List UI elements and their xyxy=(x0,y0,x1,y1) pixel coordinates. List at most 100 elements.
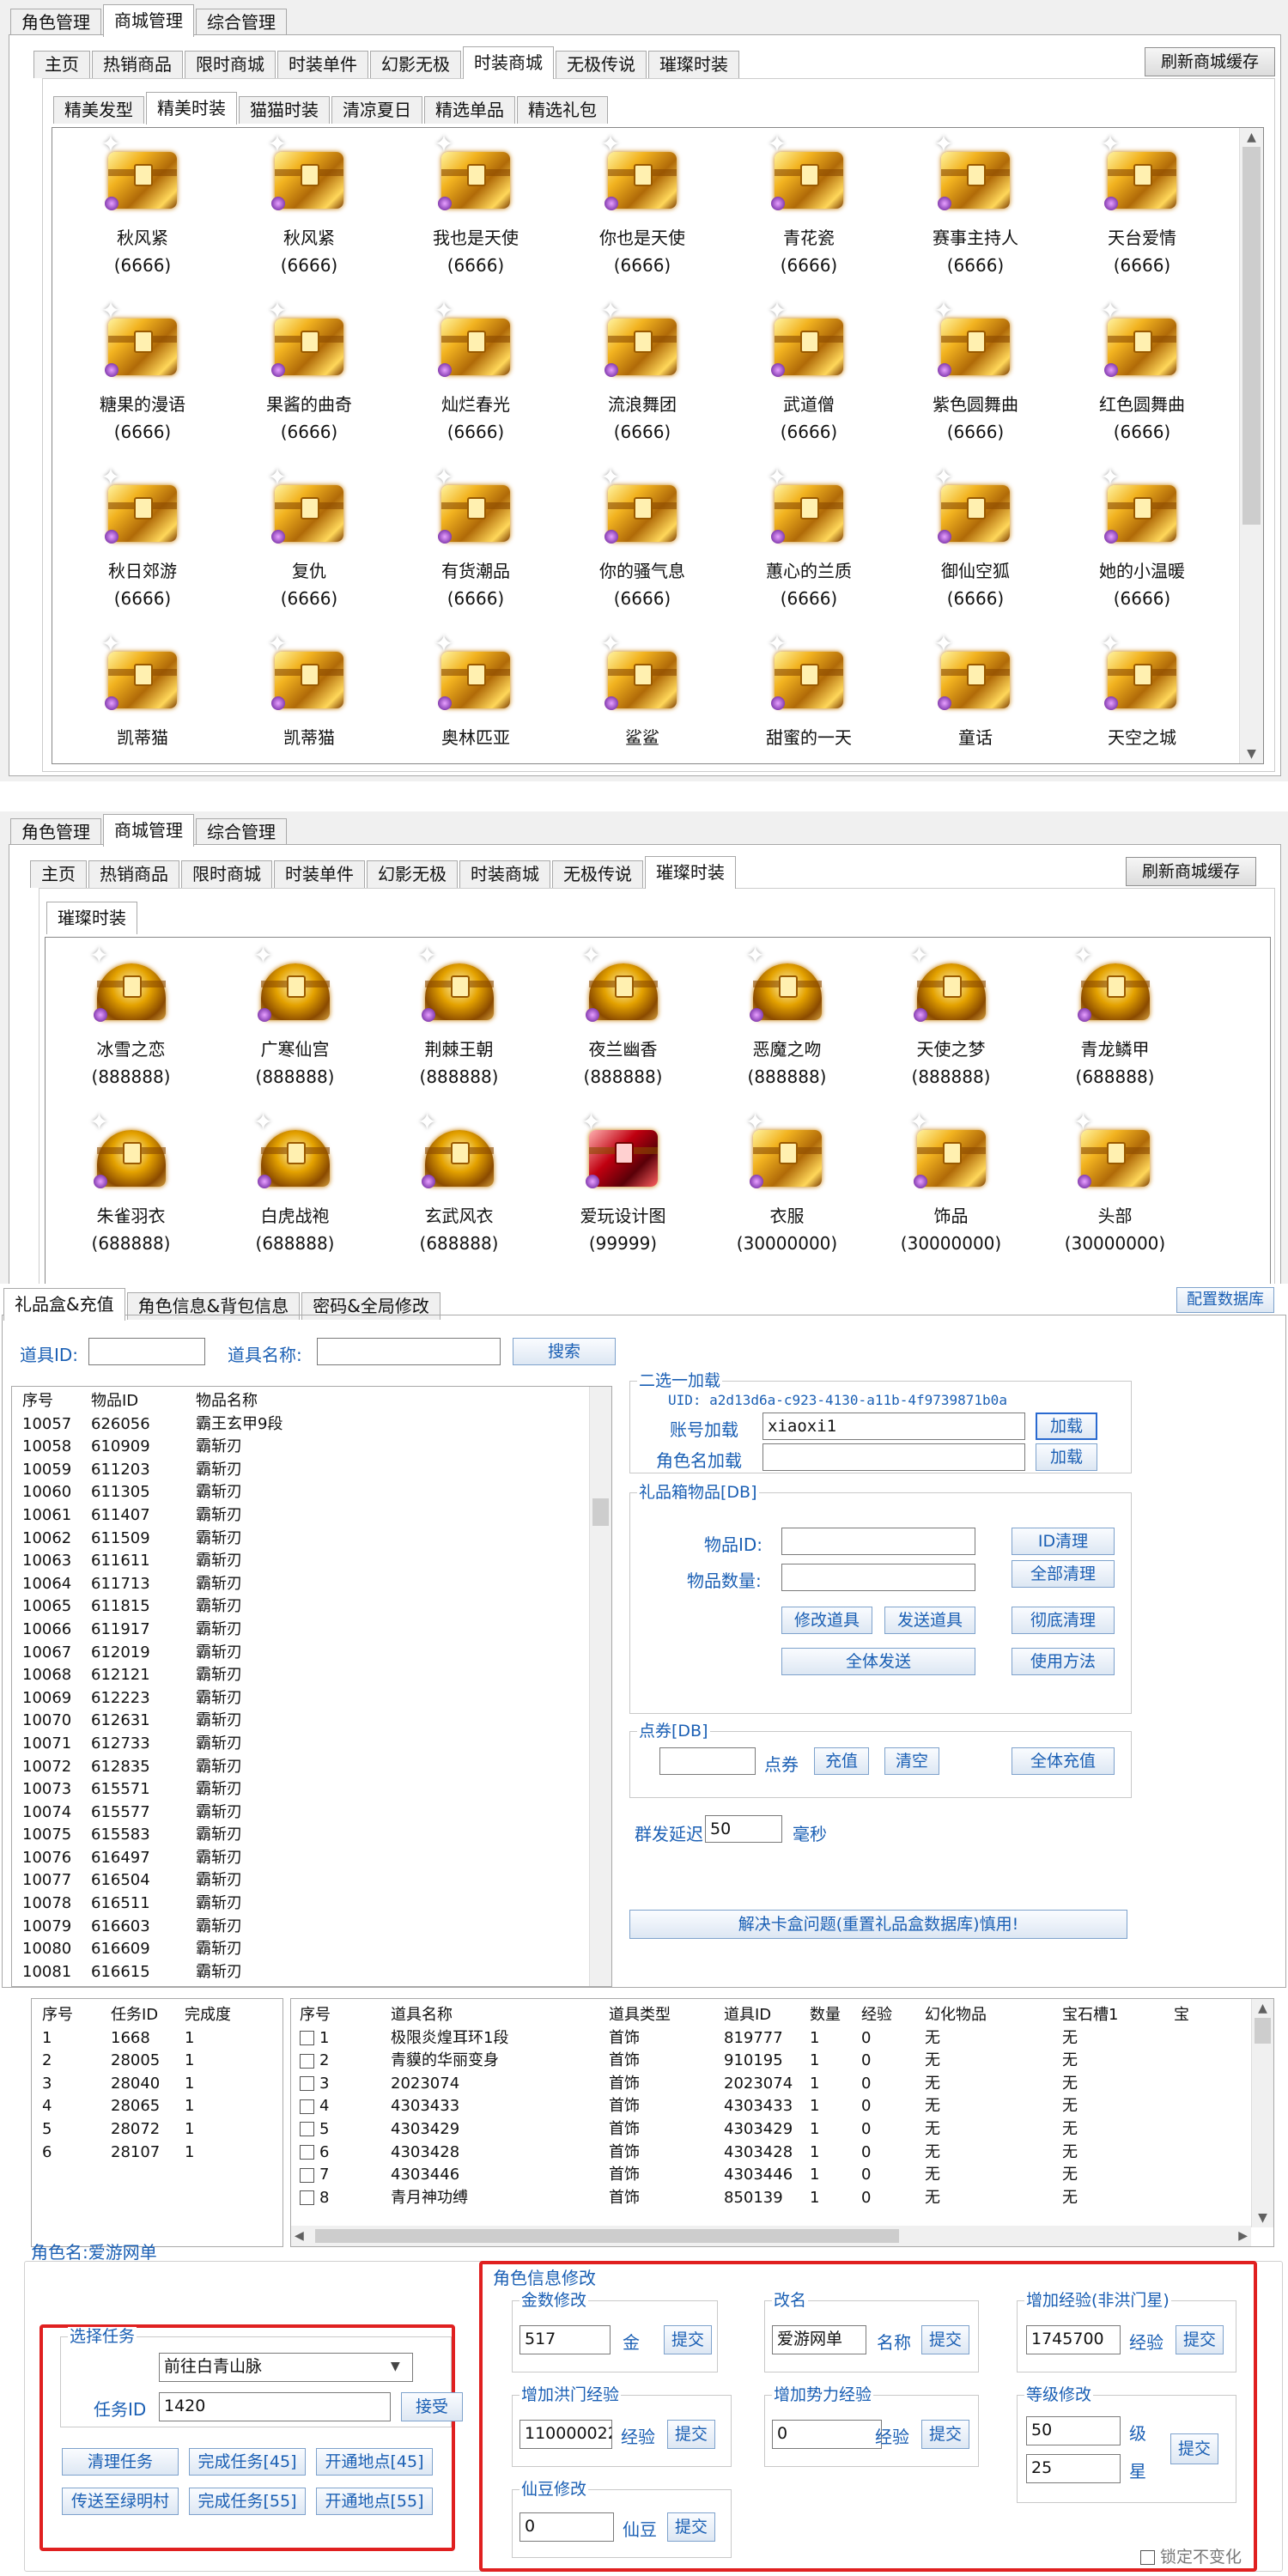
table-row[interactable]: 7 4303446 首饰 4303446 1 0 无 无 xyxy=(300,2164,1191,2187)
account-input[interactable]: xiaoxi1 xyxy=(762,1413,1025,1440)
row-checkbox[interactable] xyxy=(300,2167,314,2183)
shop-item[interactable]: ✦ 她的小温暖 (6666) xyxy=(1059,465,1225,631)
table-row[interactable]: 10067 612019 霸斩刃 xyxy=(22,1642,453,1665)
table-row[interactable]: 8 青月神功缚 首饰 850139 1 0 无 无 xyxy=(300,2187,1191,2210)
shop-item[interactable]: ✦ 御仙空狐 (6666) xyxy=(892,465,1059,631)
fashion-tab-4[interactable]: 精选单品 xyxy=(424,96,515,124)
column-header[interactable]: 序号 xyxy=(300,2004,391,2027)
shop-item[interactable]: ✦ 童话 xyxy=(892,631,1059,798)
complete-quest-55-button[interactable]: 完成任务[55] xyxy=(189,2488,306,2515)
shop-item[interactable]: ✦ 夜兰幽香 (888888) xyxy=(541,943,705,1109)
item-name-input[interactable] xyxy=(317,1338,501,1365)
scroll-thumb[interactable] xyxy=(1255,2018,1271,2044)
bag-list-hscroll[interactable]: ◀ ▶ xyxy=(291,2226,1251,2246)
lock-checkbox[interactable]: 锁定不变化 xyxy=(1140,2544,1242,2567)
open-location-55-button[interactable]: 开通地点[55] xyxy=(316,2488,433,2515)
main-tab-0[interactable]: 角色管理 xyxy=(10,9,101,36)
shop-item[interactable]: ✦ 青花瓷 (6666) xyxy=(726,131,892,298)
row-checkbox[interactable] xyxy=(300,2099,314,2114)
fashion-tab-3[interactable]: 清凉夏日 xyxy=(331,96,422,124)
rename-submit-button[interactable]: 提交 xyxy=(921,2325,969,2354)
hongmen-exp-input[interactable]: 110000022 xyxy=(519,2420,612,2449)
fashion-tab-2[interactable]: 猫猫时装 xyxy=(239,96,330,124)
scroll-thumb[interactable] xyxy=(592,1498,609,1526)
table-row[interactable]: 6 4303428 首饰 4303428 1 0 无 无 xyxy=(300,2142,1191,2165)
shop-item[interactable]: ✦ 你也是天使 (6666) xyxy=(559,131,726,298)
vertical-scrollbar[interactable]: ▲ ▼ xyxy=(1239,128,1263,763)
fashion-tab-0[interactable]: 精美发型 xyxy=(53,96,144,124)
shop-item[interactable]: ✦ 灿烂春光 (6666) xyxy=(392,298,559,465)
table-row[interactable]: 2 28005 1 xyxy=(42,2050,262,2073)
gift-item-id-input[interactable] xyxy=(781,1528,975,1555)
row-checkbox[interactable] xyxy=(300,2076,314,2092)
shop-item[interactable]: ✦ 天台爱情 (6666) xyxy=(1059,131,1225,298)
exp-submit-button[interactable]: 提交 xyxy=(1176,2325,1224,2354)
shop-tab-1[interactable]: 热销商品 xyxy=(92,51,183,78)
table-row[interactable]: 10063 611611 霸斩刃 xyxy=(22,1550,453,1573)
table-row[interactable]: 10065 611815 霸斩刃 xyxy=(22,1595,453,1619)
shop-item[interactable]: ✦ 白虎战袍 (688888) xyxy=(213,1109,377,1276)
table-row[interactable]: 2 青貘的华丽变身 首饰 910195 1 0 无 无 xyxy=(300,2050,1191,2073)
shop-item[interactable]: ✦ 我也是天使 (6666) xyxy=(392,131,559,298)
load-by-account-button[interactable]: 加载 xyxy=(1036,1413,1097,1440)
main-tab-2[interactable]: 综合管理 xyxy=(196,9,287,36)
shop-item[interactable]: ✦ 天使之梦 (888888) xyxy=(869,943,1033,1109)
shop-item[interactable]: ✦ 天空之城 xyxy=(1059,631,1225,798)
id-clear-button[interactable]: ID清理 xyxy=(1012,1528,1115,1555)
table-row[interactable]: 5 4303429 首饰 4303429 1 0 无 无 xyxy=(300,2118,1191,2142)
shop-item[interactable]: ✦ 紫色圆舞曲 (6666) xyxy=(892,298,1059,465)
shop-tab-2[interactable]: 限时商城 xyxy=(185,51,276,78)
table-row[interactable]: 10059 611203 霸斩刃 xyxy=(22,1459,453,1482)
shop-item[interactable]: ✦ 秋风紧 (6666) xyxy=(226,131,392,298)
clear-points-button[interactable]: 清空 xyxy=(884,1747,939,1775)
gold-input[interactable]: 517 xyxy=(519,2325,611,2354)
shop-tab-0[interactable]: 主页 xyxy=(30,860,87,888)
table-row[interactable]: 4 28065 1 xyxy=(42,2095,262,2118)
shop-item[interactable]: ✦ 爱玩设计图 (99999) xyxy=(541,1109,705,1276)
table-row[interactable]: 3 2023074 首饰 2023074 1 0 无 无 xyxy=(300,2073,1191,2096)
shop-item[interactable]: ✦ 红色圆舞曲 (6666) xyxy=(1059,298,1225,465)
shop-item[interactable]: ✦ 糖果的漫语 (6666) xyxy=(59,298,226,465)
column-header[interactable]: 物品ID xyxy=(91,1390,196,1413)
column-header[interactable]: 宝 xyxy=(1174,2004,1191,2027)
fashion-tab-1[interactable]: 精美时装 xyxy=(146,92,237,125)
shop-item[interactable]: ✦ 荆棘王朝 (888888) xyxy=(377,943,541,1109)
shop-item[interactable]: ✦ 你的骚气息 (6666) xyxy=(559,465,726,631)
table-row[interactable]: 10074 615577 霸斩刃 xyxy=(22,1801,453,1825)
column-header[interactable]: 宝石槽1 xyxy=(1062,2004,1174,2027)
column-header[interactable]: 道具ID xyxy=(724,2004,810,2027)
column-header[interactable]: 完成度 xyxy=(185,2004,262,2027)
hongmen-exp-submit-button[interactable]: 提交 xyxy=(667,2420,715,2449)
send-all-button[interactable]: 全体发送 xyxy=(781,1648,975,1675)
shop-tab-6[interactable]: 无极传说 xyxy=(556,51,647,78)
shop-tab-7[interactable]: 璀璨时装 xyxy=(645,856,736,889)
refresh-cache-button[interactable]: 刷新商城缓存 xyxy=(1145,47,1275,76)
bag-list[interactable]: 序号 道具名称 道具类型 道具ID 数量 经验 幻化物品 宝石槽1 宝 1 极限炎煌耳环1段 首饰 81… xyxy=(290,1998,1274,2247)
shop-item[interactable]: ✦ 青龙鳞甲 (688888) xyxy=(1033,943,1197,1109)
scroll-up-icon[interactable]: ▲ xyxy=(1252,1999,1273,2018)
table-row[interactable]: 1 1668 1 xyxy=(42,2027,262,2050)
table-row[interactable]: 10080 616609 霸斩刃 xyxy=(22,1938,453,1961)
table-row[interactable]: 10072 612835 霸斩刃 xyxy=(22,1756,453,1779)
shop-item[interactable]: ✦ 头部 (30000000) xyxy=(1033,1109,1197,1276)
column-header[interactable]: 道具名称 xyxy=(391,2004,609,2027)
shop-item[interactable]: ✦ 秋日郊游 (6666) xyxy=(59,465,226,631)
star-input[interactable]: 25 xyxy=(1026,2454,1121,2483)
search-button[interactable]: 搜索 xyxy=(513,1338,616,1365)
shop-item[interactable]: ✦ 凯蒂猫 xyxy=(59,631,226,798)
table-row[interactable]: 10075 615583 霸斩刃 xyxy=(22,1824,453,1847)
table-row[interactable]: 1 极限炎煌耳环1段 首饰 819777 1 0 无 无 xyxy=(300,2027,1191,2050)
shop-tab-4[interactable]: 幻影无极 xyxy=(370,51,461,78)
column-header[interactable]: 数量 xyxy=(810,2004,861,2027)
table-row[interactable]: 10070 612631 霸斩刃 xyxy=(22,1710,453,1733)
table-row[interactable]: 10057 626056 霸王玄甲9段 xyxy=(22,1413,453,1437)
shop-tab-5[interactable]: 时装商城 xyxy=(463,46,554,79)
table-row[interactable]: 10060 611305 霸斩刃 xyxy=(22,1481,453,1504)
scroll-down-icon[interactable]: ▼ xyxy=(1252,2208,1273,2227)
shop-item[interactable]: ✦ 饰品 (30000000) xyxy=(869,1109,1033,1276)
quest-id-input[interactable]: 1420 xyxy=(159,2392,391,2421)
load-by-role-button[interactable]: 加载 xyxy=(1036,1443,1097,1471)
table-row[interactable]: 10073 615571 霸斩刃 xyxy=(22,1778,453,1801)
scroll-thumb[interactable] xyxy=(1242,147,1261,525)
role-name-input[interactable] xyxy=(762,1443,1025,1471)
